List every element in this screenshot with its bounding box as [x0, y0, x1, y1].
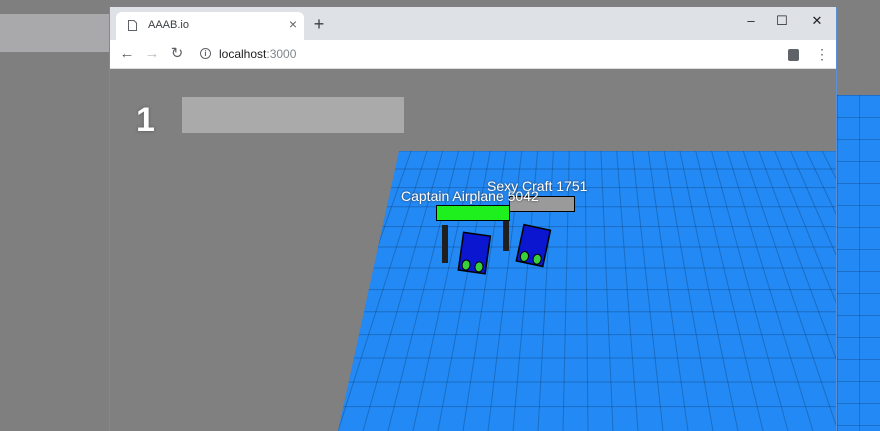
- player1-health-bar: [437, 206, 509, 220]
- player1-post-left: [442, 225, 448, 263]
- address-bar[interactable]: localhost:3000: [219, 47, 296, 61]
- site-info-icon[interactable]: i: [200, 48, 211, 59]
- browser-menu-icon[interactable]: ⋮: [815, 45, 829, 63]
- minimize-button[interactable]: –: [736, 11, 766, 31]
- background-score-bar: [0, 14, 110, 52]
- background-game-field: [837, 95, 880, 431]
- browser-tab[interactable]: AAAB.io ×: [116, 12, 304, 40]
- browser-window: AAAB.io × + – ☐ ✕ ← → ↻ i localhost:3000…: [109, 7, 837, 431]
- close-window-button[interactable]: ✕: [802, 11, 832, 31]
- reload-button[interactable]: ↻: [166, 44, 188, 64]
- back-button[interactable]: ←: [116, 44, 138, 64]
- player1-vehicle: [457, 231, 492, 275]
- game-viewport[interactable]: Sexy Craft 1751 Captain Airplane 5042 1: [110, 69, 836, 431]
- maximize-button[interactable]: ☐: [767, 11, 797, 31]
- player1-post-right: [503, 221, 509, 251]
- new-tab-button[interactable]: +: [310, 15, 328, 33]
- rank-number: 1: [136, 101, 155, 139]
- score-bar: [182, 97, 404, 133]
- tab-close-icon[interactable]: ×: [285, 16, 301, 32]
- browser-toolbar: ← → ↻ i localhost:3000 ⋮: [110, 40, 836, 69]
- extension-icon[interactable]: [788, 49, 799, 61]
- page-icon: [128, 20, 137, 31]
- address-port: :3000: [266, 47, 297, 61]
- address-host: localhost: [219, 47, 267, 61]
- player1-name-label: Captain Airplane 5042: [401, 188, 539, 204]
- tab-title: AAAB.io: [148, 19, 189, 31]
- tab-strip: AAAB.io × + – ☐ ✕: [110, 7, 836, 40]
- forward-button[interactable]: →: [141, 44, 163, 64]
